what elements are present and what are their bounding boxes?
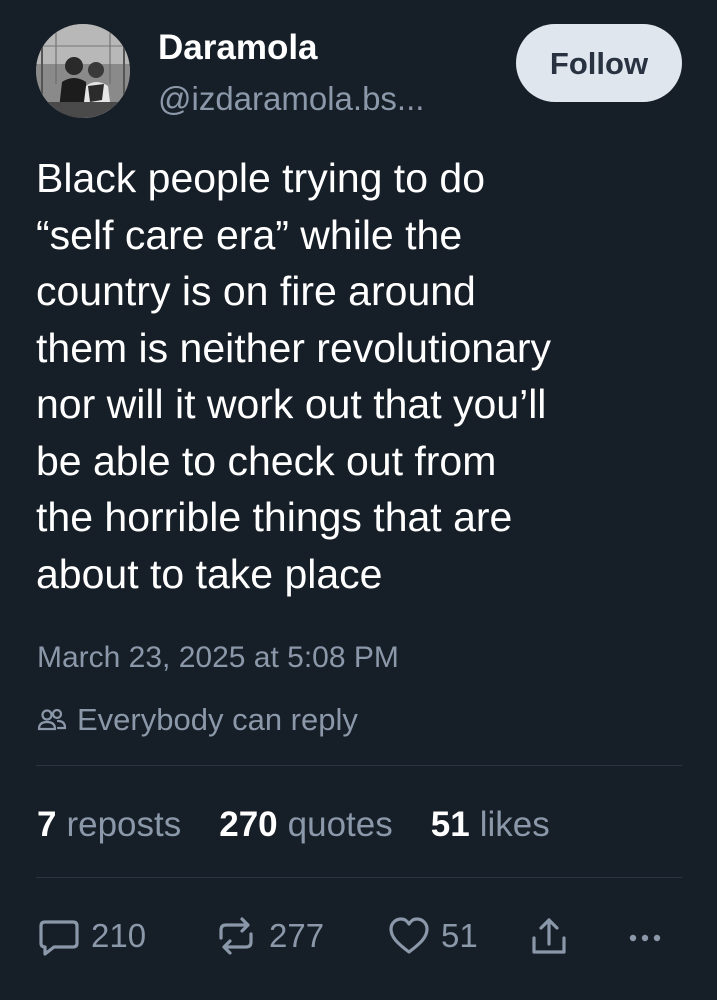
post-text-line: Black people trying to do <box>36 155 485 201</box>
reply-button[interactable]: 210 <box>37 910 146 962</box>
post-text: Black people trying to do “self care era… <box>36 150 696 602</box>
comment-icon <box>39 920 79 956</box>
avatar[interactable] <box>36 24 130 118</box>
repost-count: 277 <box>269 917 325 954</box>
more-icon <box>629 934 661 942</box>
more-button[interactable] <box>625 910 665 962</box>
like-button[interactable]: 51 <box>387 910 478 962</box>
reply-setting-label: Everybody can reply <box>77 702 358 737</box>
post-text-line: country is on fire around <box>36 268 476 314</box>
follow-button[interactable]: Follow <box>516 24 682 102</box>
divider <box>36 765 682 766</box>
quotes-count: 270 <box>219 805 278 844</box>
handle[interactable]: @izdaramola.bs... <box>158 78 424 120</box>
quotes-label: quotes <box>287 805 393 844</box>
reposts-stat[interactable]: 7 reposts <box>37 805 181 845</box>
reply-count: 210 <box>91 917 147 954</box>
post-text-line: the horrible things that are <box>36 494 513 540</box>
post-text-line: about to take place <box>36 550 383 597</box>
likes-label: likes <box>479 805 550 844</box>
likes-count: 51 <box>430 805 470 844</box>
quotes-stat[interactable]: 270 quotes <box>219 805 393 845</box>
reposts-count: 7 <box>37 805 57 844</box>
post-timestamp[interactable]: March 23, 2025 at 5:08 PM <box>37 637 399 679</box>
repost-icon <box>219 917 253 955</box>
share-icon <box>532 918 566 954</box>
action-bar: 210 277 51 <box>37 910 683 962</box>
likes-stat[interactable]: 51 likes <box>431 805 550 845</box>
engagement-stats: 7 reposts 270 quotes 51 likes <box>37 800 588 850</box>
post-text-line: nor will it work out that you’ll <box>36 381 547 427</box>
post-text-line: be able to check out from <box>36 437 497 484</box>
display-name[interactable]: Daramola <box>158 26 318 70</box>
like-count: 51 <box>441 917 478 954</box>
people-icon <box>37 708 67 731</box>
divider <box>36 877 682 878</box>
reposts-label: reposts <box>66 805 182 844</box>
post-text-line: “self care era” while the <box>36 211 463 258</box>
share-button[interactable] <box>529 910 569 962</box>
heart-icon <box>389 917 429 954</box>
post-header: Daramola @izdaramola.bs... Follow <box>36 24 682 124</box>
post-text-line: them is neither revolutionary <box>36 324 552 371</box>
reply-setting: Everybody can reply <box>37 698 358 742</box>
repost-button[interactable]: 277 <box>213 910 324 962</box>
